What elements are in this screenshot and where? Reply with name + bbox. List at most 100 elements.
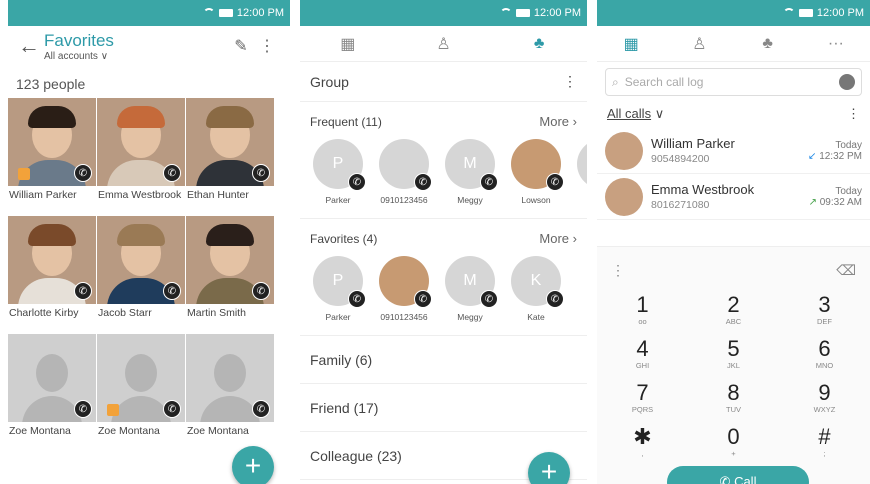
wifi-icon xyxy=(782,8,795,18)
edit-pencil-icon[interactable]: ✎ xyxy=(228,36,254,56)
contact-cell[interactable]: ✆ Ethan Hunter xyxy=(186,98,274,216)
phone-badge-icon[interactable]: ✆ xyxy=(546,173,564,191)
contact-cell[interactable]: ✆ Martin Smith xyxy=(186,216,274,334)
more-vert-icon[interactable]: ⋮ xyxy=(847,106,860,122)
dialpad-key[interactable]: 8 TUV xyxy=(688,381,779,423)
group-avatar[interactable]: P ✆ Parker xyxy=(312,256,366,335)
voice-search-icon[interactable] xyxy=(839,74,855,90)
key-digit: 3 xyxy=(818,292,831,317)
more-vert-icon[interactable]: ⋮ xyxy=(563,73,577,90)
dialpad-key[interactable]: 7 PQRS xyxy=(597,381,688,423)
call-time: 09:32 AM xyxy=(819,196,862,208)
frequent-more-button[interactable]: More › xyxy=(539,114,577,129)
key-letters: ; xyxy=(823,449,826,458)
contact-cell[interactable]: ✆ William Parker xyxy=(8,98,96,216)
contact-photo: ✆ xyxy=(97,216,185,304)
phone-badge-icon[interactable]: ✆ xyxy=(480,173,498,191)
phone-badge-icon[interactable]: ✆ xyxy=(252,282,270,300)
dialpad-key[interactable]: ✱, xyxy=(597,425,688,467)
avatar-label: Lowson xyxy=(521,195,551,205)
contact-cell[interactable]: ✆ Zoe Montana xyxy=(8,334,96,452)
contact-cell[interactable]: ✆ Zoe Montana xyxy=(97,334,185,452)
call-day: Today xyxy=(835,185,862,197)
phone-badge-icon[interactable]: ✆ xyxy=(74,400,92,418)
contacts-tab-icon[interactable]: ♙ xyxy=(423,34,463,54)
favorites-more-button[interactable]: More › xyxy=(539,231,577,246)
phone-badge-icon[interactable]: ✆ xyxy=(348,290,366,308)
dialpad-key[interactable]: #; xyxy=(779,425,870,467)
call-log-list: William Parker 9054894200 Today ↙ 12:32 PM E… xyxy=(597,128,870,220)
group-avatar[interactable]: M ✆ Meggy xyxy=(444,139,498,218)
filter-label: All calls xyxy=(607,106,652,121)
dialpad-key[interactable]: 3 DEF xyxy=(779,293,870,335)
favorites-screen: 12:00 PM ← Favorites All accounts ∨ ✎ ⋮ … xyxy=(8,0,290,484)
phone-badge-icon[interactable]: ✆ xyxy=(163,282,181,300)
dialpad-key[interactable]: 5 JKL xyxy=(688,337,779,379)
call-log-row[interactable]: William Parker 9054894200 Today ↙ 12:32 PM xyxy=(597,128,870,174)
contact-cell[interactable]: ✆ Jacob Starr xyxy=(97,216,185,334)
add-contact-fab[interactable]: + xyxy=(232,446,274,484)
group-avatar[interactable]: ✆M xyxy=(576,139,587,218)
status-time: 12:00 PM xyxy=(236,7,284,19)
group-avatar[interactable]: ✆ 0910123456 xyxy=(378,139,432,218)
key-digit: 7 xyxy=(636,380,649,405)
account-selector[interactable]: All accounts ∨ xyxy=(44,51,228,62)
call-filter-dropdown[interactable]: All calls ∨ xyxy=(607,106,664,122)
dialpad-key[interactable]: 2 ABC xyxy=(688,293,779,335)
phone-badge-icon[interactable]: ✆ xyxy=(414,173,432,191)
back-arrow-icon[interactable]: ← xyxy=(18,33,44,59)
avatar-label: 0910123456 xyxy=(380,312,428,322)
contact-photo: ✆ xyxy=(8,98,96,186)
phone-badge-icon[interactable]: ✆ xyxy=(163,164,181,182)
dialer-screen: 12:00 PM ▦ ♙ ♣ ··· ⌕ Search call log All… xyxy=(597,0,870,484)
avatar-initial: M xyxy=(463,272,477,289)
more-horiz-icon[interactable]: ··· xyxy=(816,35,856,53)
phone-badge-icon[interactable]: ✆ xyxy=(414,290,432,308)
status-bar: 12:00 PM xyxy=(8,0,290,26)
dialpad-key[interactable]: 9 WXYZ xyxy=(779,381,870,423)
phone-badge-icon[interactable]: ✆ xyxy=(546,290,564,308)
group-avatar[interactable]: K ✆ Kate xyxy=(510,256,564,335)
contact-cell[interactable]: ✆ Charlotte Kirby xyxy=(8,216,96,334)
key-letters: + xyxy=(731,449,736,458)
contact-cell[interactable]: ✆ Emma Westbrook xyxy=(97,98,185,216)
backspace-icon[interactable]: ⌫ xyxy=(836,262,856,279)
dialpad-key[interactable]: 4 GHI xyxy=(597,337,688,379)
group-friend[interactable]: Friend (17) xyxy=(300,384,587,432)
group-avatar[interactable]: ✆ 0910123456 xyxy=(378,256,432,335)
avatar-circle: M ✆ xyxy=(445,139,498,191)
phone-badge-icon[interactable]: ✆ xyxy=(348,173,366,191)
status-bar: 12:00 PM xyxy=(300,0,587,26)
call-log-row[interactable]: Emma Westbrook 8016271080 Today ↗ 09:32 AM xyxy=(597,174,870,220)
phone-badge-icon[interactable]: ✆ xyxy=(74,164,92,182)
more-label: More xyxy=(539,114,570,129)
group-avatar[interactable]: ✆ Lowson xyxy=(510,139,564,218)
groups-tab-icon[interactable]: ♣ xyxy=(748,35,788,53)
call-time: 12:32 PM xyxy=(819,150,862,162)
dialpad-key[interactable]: 6 MNO xyxy=(779,337,870,379)
group-family[interactable]: Family (6) xyxy=(300,336,587,384)
dialpad-key[interactable]: 0 + xyxy=(688,425,779,467)
phone-badge-icon[interactable]: ✆ xyxy=(480,290,498,308)
dialpad-key[interactable]: 1 oo xyxy=(597,293,688,335)
phone-badge-icon[interactable]: ✆ xyxy=(163,400,181,418)
contacts-tab-icon[interactable]: ♙ xyxy=(679,34,719,54)
contact-name: Zoe Montana xyxy=(9,425,71,437)
search-call-log[interactable]: ⌕ Search call log xyxy=(605,68,862,96)
group-avatar[interactable]: M ✆ Meggy xyxy=(444,256,498,335)
contact-cell[interactable]: ✆ Zoe Montana xyxy=(186,334,274,452)
dialpad-tab-icon[interactable]: ▦ xyxy=(328,34,368,54)
page-title: Favorites xyxy=(44,30,114,50)
dialpad-tab-icon[interactable]: ▦ xyxy=(611,34,651,54)
more-vert-icon[interactable]: ⋮ xyxy=(254,36,280,56)
phone-badge-icon[interactable]: ✆ xyxy=(74,282,92,300)
contact-placeholder-avatar: ✆ xyxy=(186,334,274,422)
call-button[interactable]: ✆ Call xyxy=(667,466,809,484)
phone-badge-icon[interactable]: ✆ xyxy=(252,400,270,418)
dialpad-menu-icon[interactable]: ⋮ xyxy=(611,262,625,279)
call-day: Today xyxy=(835,139,862,151)
title-block[interactable]: Favorites All accounts ∨ xyxy=(44,31,228,62)
phone-badge-icon[interactable]: ✆ xyxy=(252,164,270,182)
group-avatar[interactable]: P ✆ Parker xyxy=(312,139,366,218)
groups-tab-icon[interactable]: ♣ xyxy=(519,35,559,53)
